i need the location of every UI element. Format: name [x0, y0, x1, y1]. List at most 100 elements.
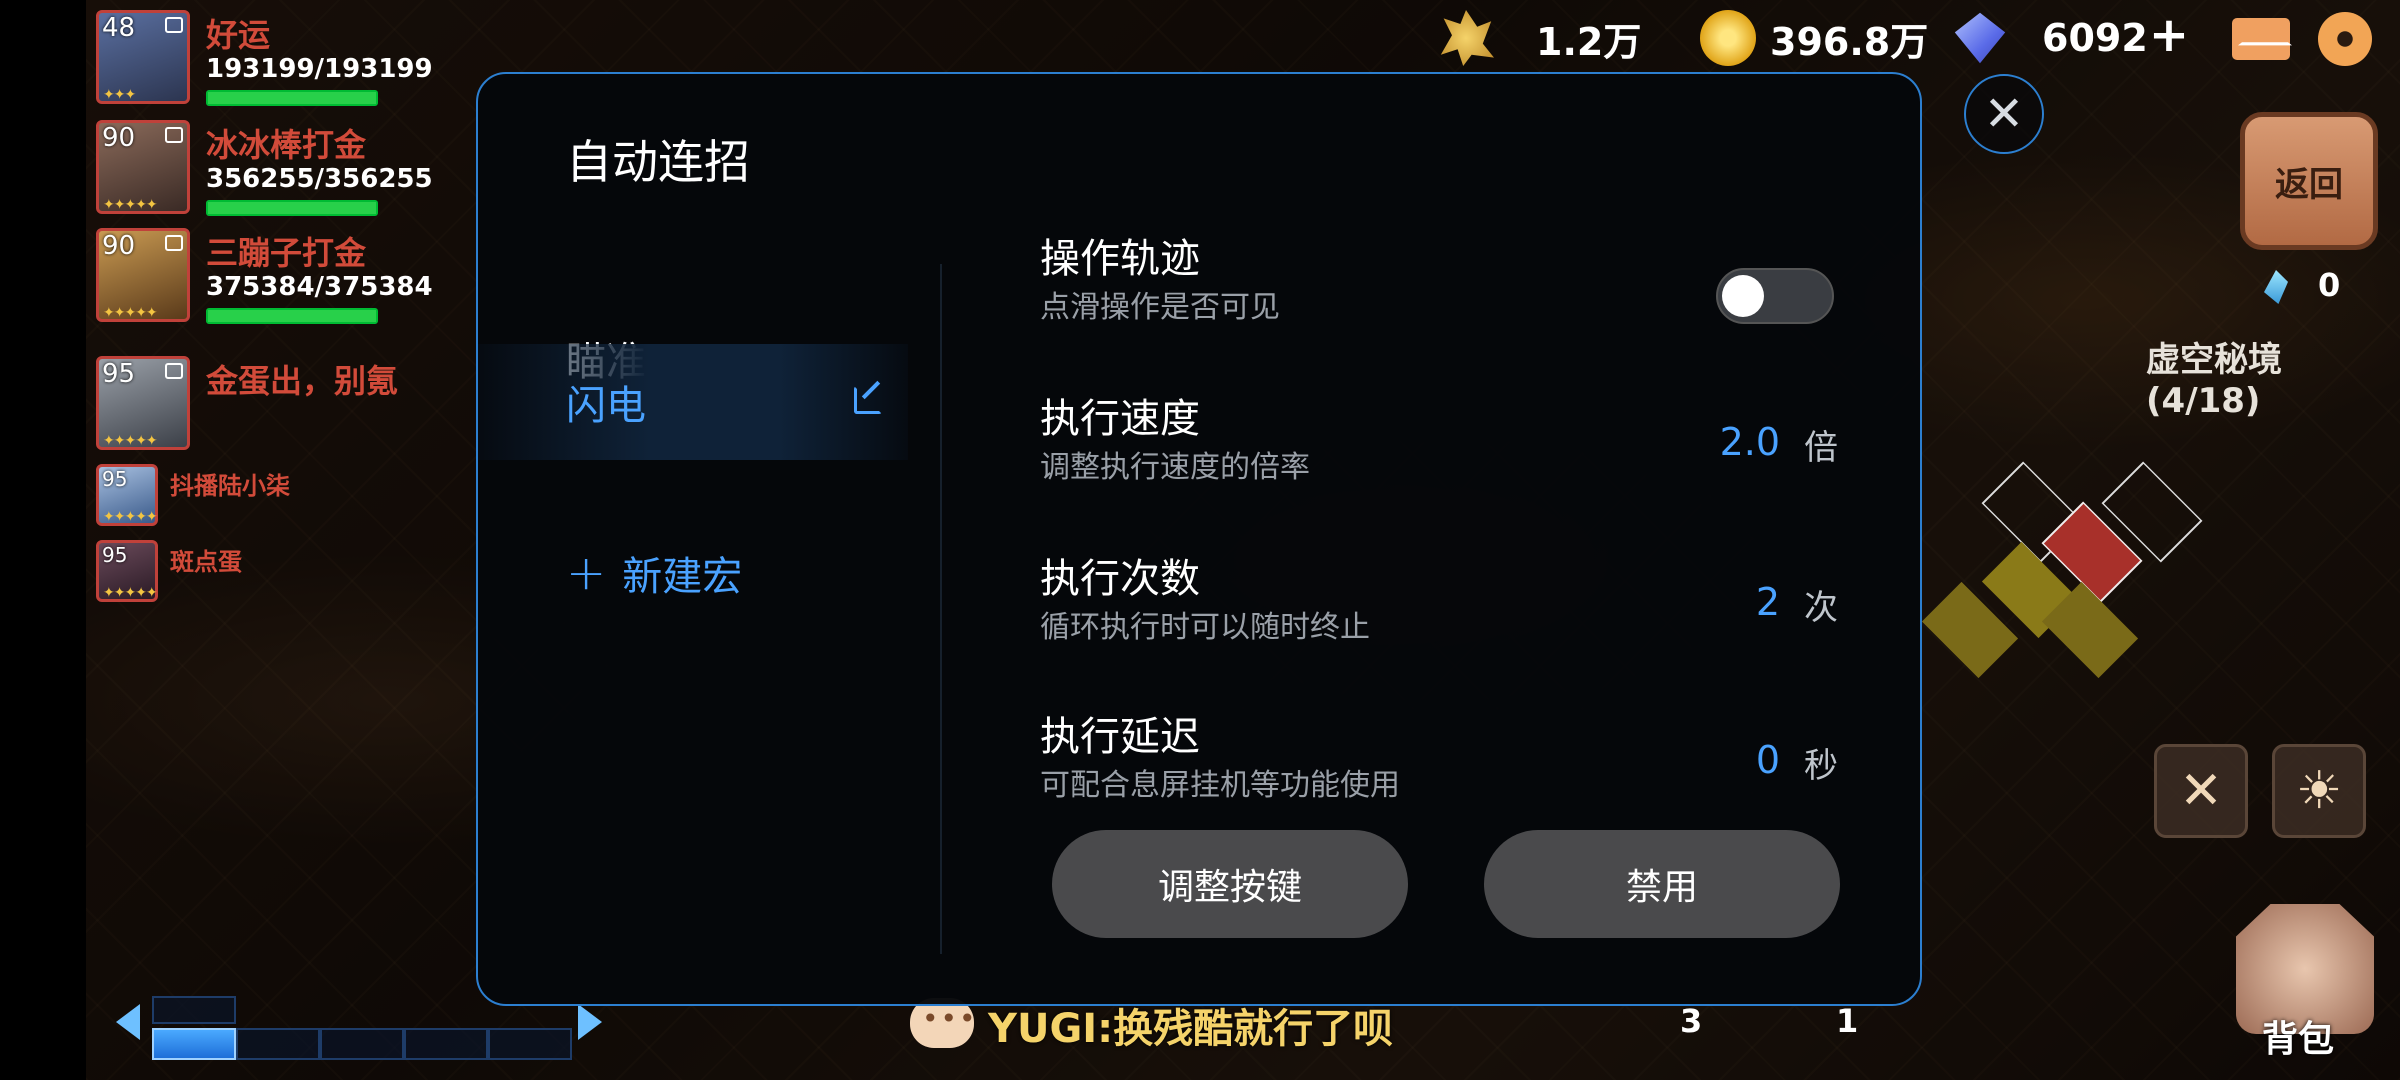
- minimap[interactable]: [1921, 450, 2260, 679]
- setting-delay[interactable]: 执行延迟 可配合息屏挂机等功能使用 0 秒: [1040, 704, 1860, 814]
- adjust-keys-button[interactable]: 调整按键: [1052, 830, 1408, 938]
- toggle-knob: [1722, 275, 1764, 317]
- diamond-resource[interactable]: 6092: [1952, 6, 2148, 70]
- diamond-icon: [1954, 12, 2006, 64]
- level-label: 95: [102, 467, 128, 491]
- setting-unit: 倍: [1804, 428, 1838, 468]
- hp-bar-fill: [208, 310, 376, 322]
- setting-count[interactable]: 执行次数 循环执行时可以随时终止 2 次: [1040, 546, 1860, 656]
- party-member[interactable]: 90 ✦✦✦✦✦ 冰冰棒打金 356255/356255: [96, 120, 456, 230]
- hp-bar-fill: [208, 92, 376, 104]
- bag-label: 背包: [2262, 1019, 2335, 1060]
- plus-icon[interactable]: +: [2146, 11, 2192, 59]
- new-macro-label: 新建宏: [622, 554, 743, 600]
- party-member[interactable]: 95 ✦✦✦✦✦ 金蛋出，别氪: [96, 356, 456, 466]
- member-name: 斑点蛋: [170, 548, 242, 576]
- setting-value[interactable]: 2.0: [1720, 420, 1780, 464]
- hp-bar: [206, 200, 378, 216]
- edit-icon[interactable]: [854, 386, 882, 414]
- trace-toggle[interactable]: [1716, 268, 1834, 324]
- level-label: 90: [102, 231, 136, 261]
- crystal-value: 0: [2318, 266, 2341, 304]
- setting-title: 执行次数: [1040, 556, 1200, 602]
- setting-value[interactable]: 2: [1756, 580, 1780, 624]
- lock-icon: [165, 235, 183, 251]
- setting-unit: 次: [1804, 588, 1838, 628]
- party-member[interactable]: 48 ✦✦✦ 好运 193199/193199: [96, 10, 456, 120]
- item-count: 1: [1836, 1002, 1859, 1040]
- pager-segment[interactable]: [404, 1028, 488, 1060]
- pager-segment[interactable]: [320, 1028, 404, 1060]
- setting-unit: 秒: [1804, 746, 1838, 786]
- setting-title: 执行延迟: [1040, 714, 1200, 760]
- member-hp: 375384/375384: [206, 272, 433, 302]
- disable-button[interactable]: 禁用: [1484, 830, 1840, 938]
- member-name: 金蛋出，别氪: [206, 362, 399, 400]
- star-rating-icon: ✦✦✦✦✦: [103, 433, 158, 449]
- avatar[interactable]: 95 ✦✦✦✦✦: [96, 356, 190, 450]
- hint-icon[interactable]: ☀: [2272, 744, 2366, 838]
- mail-icon[interactable]: [2232, 18, 2290, 60]
- star-rating-icon: ✦✦✦✦✦: [103, 305, 158, 321]
- coin-icon: [1700, 10, 1756, 66]
- setting-desc: 可配合息屏挂机等功能使用: [1040, 768, 1400, 803]
- star-rating-icon: ✦✦✦✦✦: [103, 197, 158, 213]
- star-rating-icon: ✦✦✦✦✦: [103, 509, 158, 525]
- pager-segment[interactable]: [488, 1028, 572, 1060]
- setting-desc: 调整执行速度的倍率: [1040, 450, 1310, 485]
- item-count: 3: [1680, 1002, 1703, 1040]
- level-label: 95: [102, 359, 136, 389]
- avatar[interactable]: 95 ✦✦✦✦✦: [96, 464, 158, 526]
- back-button[interactable]: 返回: [2240, 112, 2378, 250]
- hp-bar: [206, 90, 378, 106]
- party-member[interactable]: 95 ✦✦✦✦✦ 斑点蛋: [96, 540, 456, 650]
- skill-icon[interactable]: ✕: [2154, 744, 2248, 838]
- pager-segment[interactable]: [152, 1028, 236, 1060]
- pager-segment[interactable]: [236, 1028, 320, 1060]
- party-member[interactable]: 90 ✦✦✦✦✦ 三蹦子打金 375384/375384: [96, 228, 456, 338]
- new-macro-button[interactable]: + 新建宏: [566, 544, 742, 602]
- diamond-value: 6092: [2042, 16, 2148, 60]
- setting-desc: 循环执行时可以随时终止: [1040, 610, 1370, 645]
- level-label: 90: [102, 123, 136, 153]
- close-icon[interactable]: ✕: [1964, 74, 2044, 154]
- page-left-icon[interactable]: [116, 1004, 140, 1040]
- gold-value: 396.8万: [1770, 19, 1929, 64]
- divider: [940, 264, 942, 954]
- member-name: 冰冰棒打金: [206, 126, 367, 164]
- lock-icon: [165, 127, 183, 143]
- setting-title: 执行速度: [1040, 396, 1200, 442]
- member-name: 好运: [206, 16, 271, 54]
- nav-item-lightning[interactable]: 闪电: [478, 344, 908, 460]
- avatar[interactable]: 48 ✦✦✦: [96, 10, 190, 104]
- star-rating-icon: ✦✦✦: [103, 87, 136, 103]
- setting-speed[interactable]: 执行速度 调整执行速度的倍率 2.0 倍: [1040, 386, 1860, 496]
- nav-item-label: 闪电: [566, 383, 646, 429]
- star-rating-icon: ✦✦✦✦✦: [103, 585, 158, 601]
- dungeon-progress: 虚空秘境 (4/18): [2146, 340, 2282, 421]
- setting-value[interactable]: 0: [1756, 738, 1780, 782]
- lock-icon: [165, 17, 183, 33]
- page-right-icon[interactable]: [578, 1004, 602, 1040]
- wheat-value: 1.2万: [1536, 19, 1642, 64]
- dialog-title: 自动连招: [566, 135, 750, 189]
- auto-combo-dialog: 自动连招 瞄准 闪电 + 新建宏 操作轨迹 点滑操作是否可见 执行速度 调整执行…: [476, 72, 1922, 1006]
- gear-icon[interactable]: [2318, 12, 2372, 66]
- member-hp: 193199/193199: [206, 54, 433, 84]
- avatar[interactable]: 95 ✦✦✦✦✦: [96, 540, 158, 602]
- hp-bar: [206, 308, 378, 324]
- hp-bar-fill: [208, 202, 376, 214]
- gold-resource[interactable]: 396.8万: [1700, 6, 1928, 70]
- setting-desc: 点滑操作是否可见: [1040, 290, 1280, 325]
- avatar[interactable]: 90 ✦✦✦✦✦: [96, 120, 190, 214]
- plus-icon: +: [566, 545, 607, 601]
- level-label: 48: [102, 13, 136, 43]
- wheat-icon: [1440, 10, 1494, 66]
- member-name: 抖播陆小柒: [170, 472, 290, 500]
- member-hp: 356255/356255: [206, 164, 433, 194]
- level-label: 95: [102, 543, 128, 567]
- avatar[interactable]: 90 ✦✦✦✦✦: [96, 228, 190, 322]
- lock-icon: [165, 363, 183, 379]
- setting-title: 操作轨迹: [1040, 236, 1200, 282]
- wheat-resource[interactable]: 1.2万: [1438, 6, 1641, 70]
